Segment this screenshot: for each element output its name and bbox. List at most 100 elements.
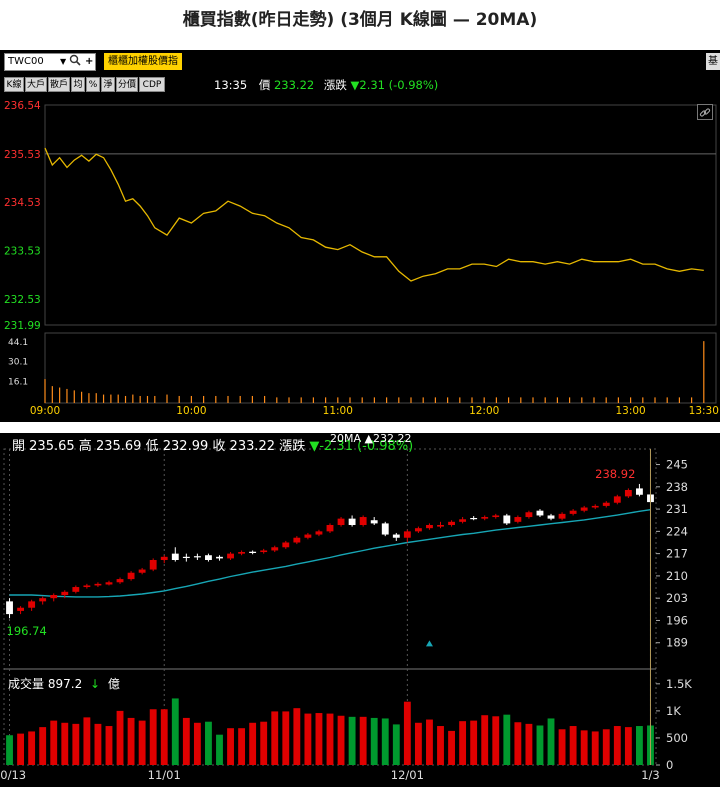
candle-body	[39, 598, 47, 602]
candle-body	[138, 569, 146, 573]
volume-bar	[205, 721, 212, 765]
candle-body	[481, 517, 489, 519]
candle-body	[580, 507, 588, 511]
volume-bar	[503, 714, 511, 765]
volume-bar	[315, 713, 323, 765]
volume-bar	[403, 701, 411, 765]
volume-bar	[50, 720, 58, 765]
low-marker: 196.74	[7, 624, 47, 638]
volume-bar	[138, 720, 146, 765]
y-tick-label: 203	[666, 591, 688, 605]
link-icon[interactable]	[697, 104, 713, 120]
y-tick-label: 224	[666, 524, 688, 538]
candle-body	[514, 517, 522, 522]
candle-body	[591, 505, 599, 508]
volume-bar	[525, 723, 533, 765]
volume-bar	[492, 716, 500, 765]
volume-bar	[182, 717, 190, 765]
candle-body	[293, 537, 301, 543]
candle-body	[392, 534, 400, 538]
candle-body	[403, 531, 411, 538]
volume-tick-label: 16.1	[8, 377, 28, 387]
x-tick-label: 1/3	[641, 768, 660, 782]
candle-body	[227, 553, 234, 559]
volume-down-icon: ↓	[90, 677, 101, 691]
volume-legend: 成交量 897.2 ↓ 億	[8, 676, 120, 692]
candle-body	[558, 513, 566, 519]
candle-body	[72, 587, 80, 592]
y-tick-label: 233.53	[4, 246, 41, 258]
volume-bar	[271, 711, 279, 765]
candle-body	[6, 601, 13, 615]
y-tick-label: 196	[666, 613, 688, 627]
candle-body	[105, 582, 113, 585]
candle-body	[437, 525, 444, 527]
candle-body	[459, 519, 467, 522]
volume-bar	[326, 713, 334, 765]
volume-bar	[426, 719, 433, 765]
candle-body	[492, 515, 500, 518]
volume-bar	[381, 718, 389, 765]
page-title: 櫃買指數(昨日走勢) (3個月 K線圖 — 20MA)	[182, 10, 538, 30]
y-tick-label: 235.53	[4, 149, 41, 161]
candle-body	[83, 585, 91, 588]
candle-body	[635, 488, 643, 495]
candle-body	[315, 531, 323, 535]
volume-bar	[105, 726, 113, 765]
candle-body	[61, 591, 69, 595]
x-tick-label: 09:00	[30, 405, 60, 417]
volume-tick-label: 44.1	[8, 338, 28, 348]
volume-bar	[613, 726, 621, 765]
volume-tick-label: 1.5K	[666, 677, 692, 691]
volume-plot-frame	[44, 332, 717, 404]
candle-body	[624, 490, 632, 497]
volume-bar	[624, 727, 632, 765]
volume-unit: 億	[107, 677, 120, 691]
candle-body	[602, 502, 610, 506]
candle-body	[470, 518, 478, 520]
volume-bar	[348, 716, 356, 765]
volume-bar	[580, 730, 588, 765]
volume-bar	[61, 722, 69, 765]
volume-bar	[238, 728, 246, 765]
candle-body	[326, 525, 334, 532]
volume-bar	[28, 731, 36, 765]
candle-body	[271, 547, 279, 551]
volume-bar	[116, 710, 124, 765]
volume-bar	[392, 724, 400, 765]
candle-body	[359, 517, 367, 525]
high-label: 高	[78, 439, 92, 454]
candle-body	[426, 525, 433, 529]
ma-label: 20MA	[330, 433, 362, 445]
x-tick-label: 10:00	[176, 405, 206, 417]
volume-bar	[83, 717, 91, 765]
low-value: 232.99	[162, 439, 209, 454]
volume-bar	[127, 717, 135, 765]
volume-bar	[227, 728, 234, 765]
candle-body	[193, 556, 201, 558]
volume-tick-label: 500	[666, 731, 688, 745]
volume-bar	[282, 711, 290, 765]
volume-bar	[39, 727, 47, 765]
candle-body	[337, 518, 345, 525]
volume-bar	[160, 709, 168, 765]
close-label: 收	[212, 439, 226, 454]
volume-bar	[437, 726, 444, 765]
y-tick-label: 236.54	[4, 100, 41, 112]
y-tick-label: 234.53	[4, 197, 41, 209]
volume-bar	[149, 709, 157, 765]
candle-body	[304, 534, 312, 538]
volume-tick-label: 0	[666, 758, 673, 772]
high-value: 235.69	[95, 439, 142, 454]
x-tick-label: 11/01	[148, 768, 181, 782]
y-tick-label: 232.53	[4, 294, 41, 306]
candle-body	[381, 523, 389, 535]
volume-bar	[448, 730, 455, 765]
candle-body	[116, 579, 124, 583]
volume-bar	[470, 720, 478, 765]
candle-body	[28, 601, 36, 608]
volume-bar	[370, 717, 378, 765]
volume-tick-label: 1K	[666, 704, 681, 718]
candle-body	[503, 515, 511, 524]
volume-bar	[414, 722, 422, 765]
